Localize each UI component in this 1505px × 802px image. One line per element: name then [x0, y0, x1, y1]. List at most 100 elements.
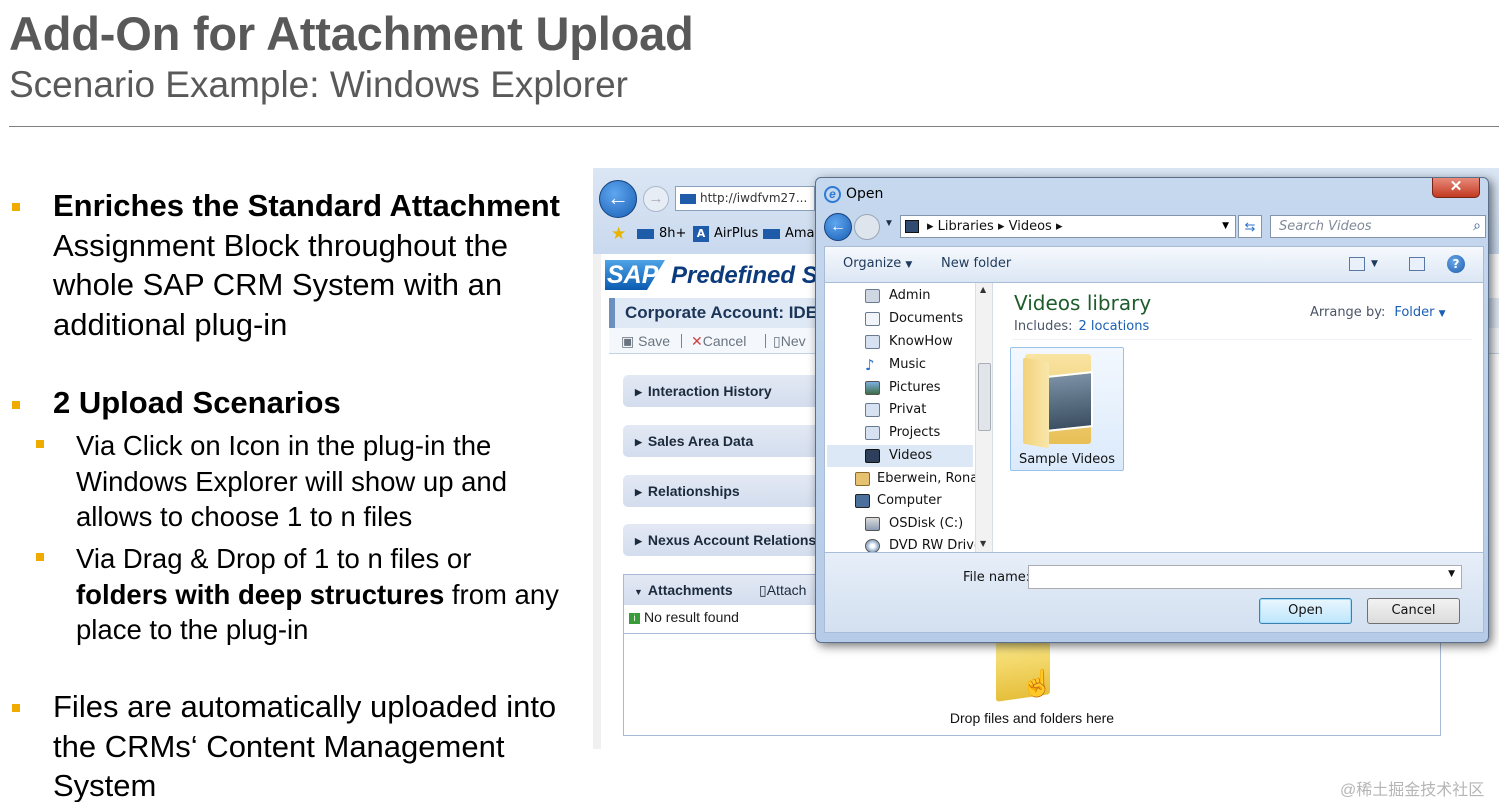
nav-item-label: Documents — [889, 311, 964, 326]
attachments-title: Attachments — [647, 582, 733, 598]
search-input[interactable]: Search Videos ⌕ — [1270, 215, 1486, 238]
bullet-marker — [12, 704, 20, 712]
nav-item-user[interactable]: Eberwein, Ronald — [855, 468, 990, 490]
back-arrow-icon[interactable]: ← — [824, 213, 852, 241]
close-button[interactable]: ✕ — [1432, 178, 1480, 198]
forward-arrow-icon[interactable]: → — [643, 186, 669, 212]
attach-button[interactable]: ▯Attach — [759, 575, 806, 605]
favorite-item[interactable]: 8h+ — [637, 220, 686, 248]
address-bar[interactable]: http://iwdfvm27... — [675, 186, 815, 211]
sub-bullet-marker — [36, 553, 44, 561]
nav-item-privat[interactable]: Privat — [865, 399, 926, 421]
toolbar-divider — [765, 334, 766, 348]
attach-icon: ▯ — [759, 582, 767, 598]
favorite-item[interactable]: Ama — [763, 220, 815, 248]
open-file-dialog: e Open ✕ ← ▼ ▸ Libraries ▸ Videos ▸ ▼ ⇆ … — [815, 177, 1489, 643]
file-name-input[interactable]: ▼ — [1028, 565, 1462, 589]
new-button[interactable]: ▯Nev — [773, 328, 806, 354]
bullet-marker — [12, 203, 20, 211]
help-icon[interactable]: ? — [1447, 255, 1465, 273]
favorites-star-icon[interactable]: ★ — [611, 220, 626, 248]
nav-item-knowhow[interactable]: KnowHow — [865, 331, 953, 353]
nav-item-label: OSDisk (C:) — [889, 516, 964, 531]
drop-zone[interactable]: ☝ Drop files and folders here — [624, 633, 1440, 735]
includes-label: Includes: — [1014, 319, 1073, 334]
breadcrumb-libraries[interactable]: Libraries — [938, 219, 994, 234]
scroll-down-icon[interactable]: ▼ — [980, 539, 986, 548]
new-folder-button[interactable]: New folder — [941, 247, 1011, 281]
nav-item-label: Computer — [877, 493, 942, 508]
new-document-icon: ▯ — [773, 333, 781, 349]
chevron-down-icon[interactable]: ▼ — [1222, 216, 1229, 237]
sub-bullet-marker — [36, 440, 44, 448]
cancel-button[interactable]: Cancel — [1367, 598, 1460, 624]
videos-icon — [865, 449, 880, 463]
save-button[interactable]: ▣ Save — [621, 328, 670, 354]
expand-triangle-icon: ▶ — [635, 437, 642, 447]
bullet-upload-scenarios: 2 Upload Scenarios — [53, 383, 573, 423]
nav-item-label: Projects — [889, 425, 941, 440]
sub-bullet-drag-drop-pre: Via Drag & Drop of 1 to n files or — [76, 543, 472, 574]
bullet-auto-upload: Files are automatically uploaded into th… — [53, 689, 557, 802]
recent-dropdown-icon[interactable]: ▼ — [884, 218, 894, 229]
address-text: http://iwdfvm27... — [700, 191, 808, 205]
nav-scrollbar[interactable]: ▲ ▼ — [975, 283, 992, 552]
screenshot-panel: ← → http://iwdfvm27... ★ 8h+ A AirPlus Am… — [593, 168, 1499, 749]
bullet-upload-scenarios-bold: 2 Upload Scenarios — [53, 385, 341, 420]
favorite-label: 8h+ — [659, 226, 687, 241]
assignment-block-label: Interaction History — [647, 383, 772, 399]
search-icon[interactable]: ⌕ — [1473, 216, 1481, 237]
documents-icon — [865, 312, 880, 326]
command-bar: Organize ▼ New folder ▼ ? — [824, 246, 1484, 282]
save-icon: ▣ — [621, 333, 635, 349]
no-result-message: i No result found — [629, 609, 739, 625]
content-pane: Videos library Includes: 2 locations Arra… — [994, 283, 1484, 552]
chevron-down-icon: ▼ — [905, 260, 913, 270]
nav-item-computer[interactable]: Computer — [855, 490, 942, 512]
scroll-thumb[interactable] — [978, 363, 991, 431]
nav-item-videos[interactable]: Videos — [827, 445, 973, 467]
chevron-down-icon[interactable]: ▼ — [1448, 569, 1455, 579]
watermark: @稀土掘金技术社区 — [1340, 782, 1485, 799]
content-divider — [1012, 339, 1472, 340]
organize-menu[interactable]: Organize ▼ — [843, 247, 912, 282]
favorite-item[interactable]: A AirPlus — [693, 220, 758, 248]
search-placeholder: Search Videos — [1279, 219, 1372, 234]
back-arrow-icon[interactable]: ← — [599, 180, 637, 218]
user-folder-icon — [865, 289, 880, 303]
locations-link[interactable]: 2 locations — [1078, 319, 1149, 334]
arrange-dropdown[interactable]: Folder ▼ — [1394, 305, 1445, 320]
nav-item-label: Eberwein, Ronald — [877, 471, 991, 486]
refresh-icon[interactable]: ⇆ — [1238, 215, 1262, 238]
chevron-down-icon[interactable]: ▼ — [1371, 247, 1378, 281]
nav-item-projects[interactable]: Projects — [865, 422, 940, 444]
nav-item-dvd[interactable]: DVD RW Drive ( — [865, 535, 991, 552]
nav-item-osdisk[interactable]: OSDisk (C:) — [865, 513, 963, 535]
airplus-icon: A — [693, 225, 709, 242]
breadcrumb-videos[interactable]: Videos — [1009, 219, 1052, 234]
ie-icon: e — [824, 186, 841, 203]
expand-triangle-icon: ▶ — [635, 487, 642, 497]
chevron-down-icon: ▼ — [1438, 309, 1446, 319]
nav-item-documents[interactable]: Documents — [865, 308, 963, 330]
nav-item-label: Music — [889, 357, 926, 372]
nav-item-music[interactable]: ♪ Music — [865, 354, 926, 376]
open-button[interactable]: Open — [1259, 598, 1352, 624]
sap-logo: SAP — [605, 260, 665, 290]
scroll-up-icon[interactable]: ▲ — [980, 285, 986, 294]
nav-item-admin[interactable]: Admin — [865, 285, 930, 307]
preview-pane-icon[interactable] — [1409, 257, 1425, 271]
library-icon — [865, 403, 880, 417]
view-options-icon[interactable] — [1349, 257, 1365, 271]
sub-bullet-drag-drop-bold: folders with deep structures — [76, 578, 445, 610]
arrange-value: Folder — [1394, 305, 1435, 320]
organize-label: Organize — [843, 256, 902, 271]
cancel-button[interactable]: ✕Cancel — [691, 328, 746, 354]
breadcrumb[interactable]: ▸ Libraries ▸ Videos ▸ ▼ — [900, 215, 1236, 238]
file-name-label: File name: — [963, 570, 1031, 585]
bullet-enriches-bold: Enriches the Standard Attachment — [53, 188, 561, 223]
nav-item-pictures[interactable]: Pictures — [865, 377, 940, 399]
nav-item-label: Videos — [889, 448, 933, 463]
folder-tile[interactable]: Sample Videos — [1010, 347, 1124, 471]
forward-arrow-icon[interactable] — [854, 214, 880, 240]
